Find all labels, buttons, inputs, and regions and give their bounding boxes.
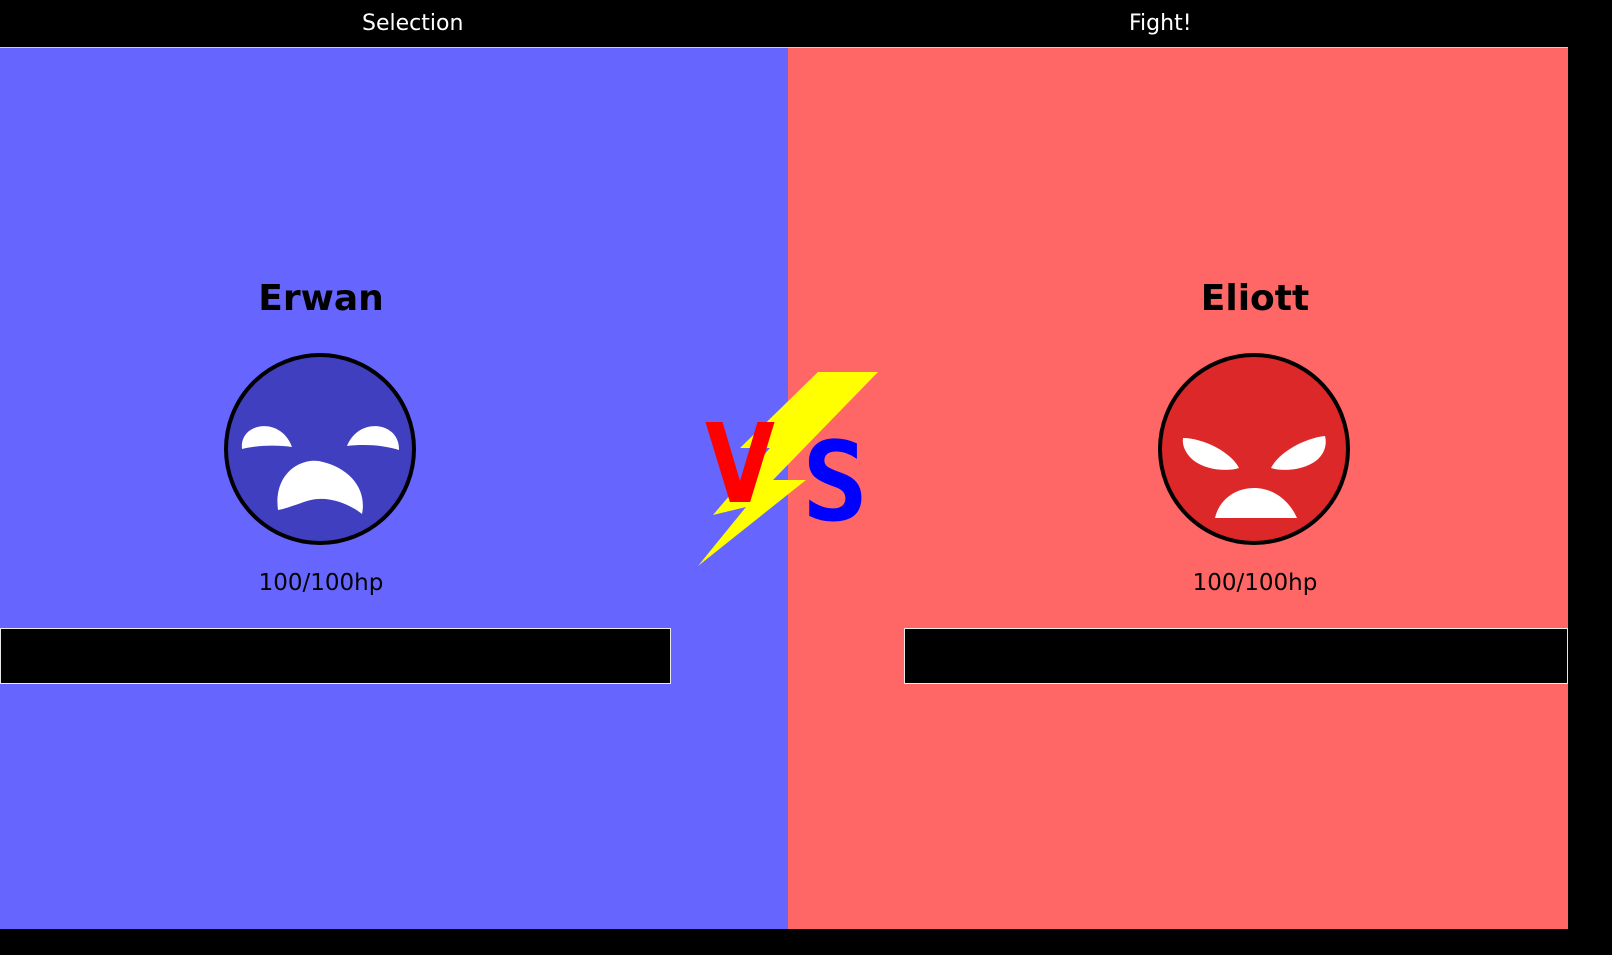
vs-letter-v: V <box>705 400 775 528</box>
player-health-bar <box>0 628 671 684</box>
opponent-hp-text: 100/100hp <box>1192 570 1318 596</box>
player-hp-text: 100/100hp <box>258 570 384 596</box>
vs-letter-s: S <box>802 418 868 546</box>
window-edge-right <box>1568 0 1612 955</box>
opponent-health-bar <box>904 628 1568 684</box>
player-name: Erwan <box>258 278 384 319</box>
top-nav-bar: Selection Fight! <box>0 0 1568 48</box>
opponent-panel: Eliott 100/100hp <box>788 48 1568 929</box>
nav-selection-link[interactable]: Selection <box>362 0 463 47</box>
sad-face-icon <box>224 353 416 545</box>
opponent-name: Eliott <box>1200 278 1310 319</box>
versus-emblem: V S <box>698 372 878 566</box>
nav-fight-link[interactable]: Fight! <box>1129 0 1192 47</box>
angry-face-icon <box>1158 353 1350 545</box>
window-edge-bottom <box>0 929 1612 955</box>
player-panel: Erwan 100/100hp <box>0 48 788 929</box>
